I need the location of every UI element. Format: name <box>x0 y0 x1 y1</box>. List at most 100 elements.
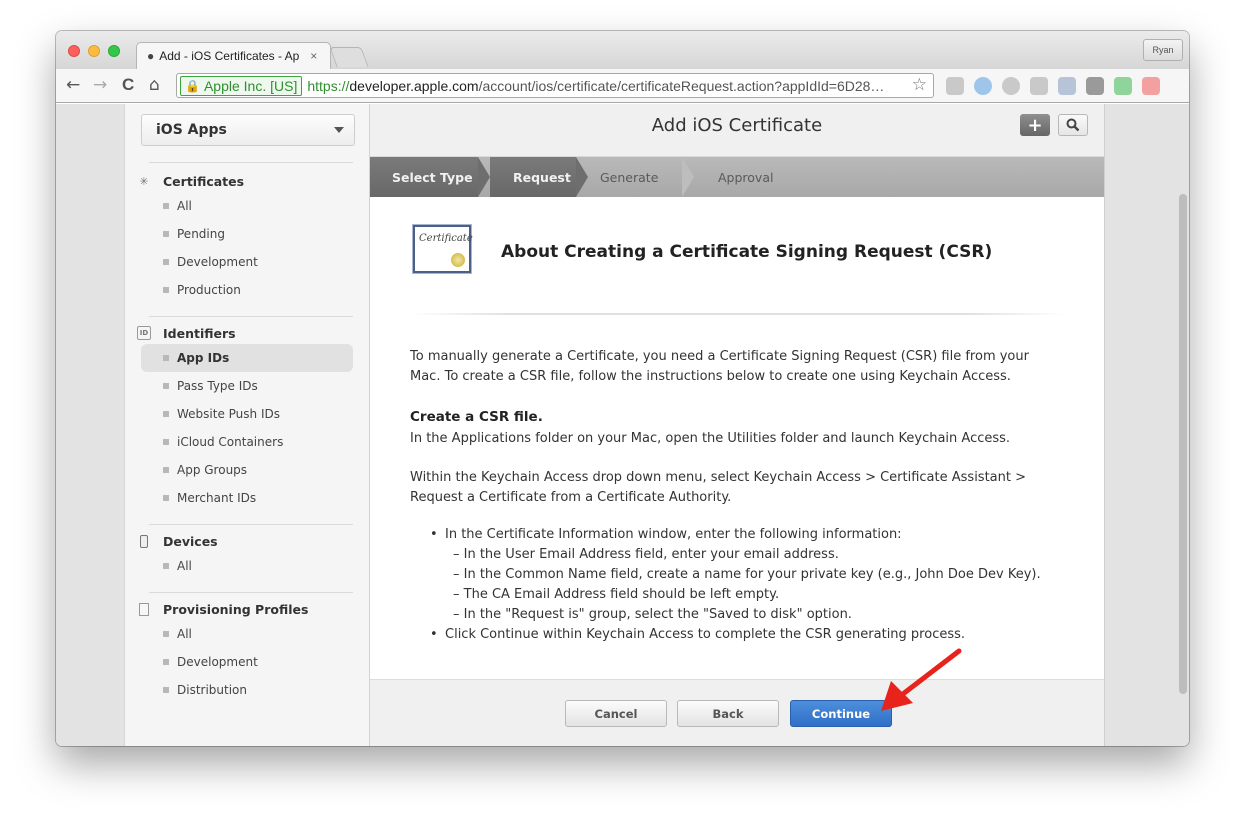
zoom-window-button[interactable] <box>108 45 120 57</box>
sidebar-item-devices-all[interactable]: All <box>137 552 353 580</box>
sidebar-item-app-ids[interactable]: App IDs <box>141 344 353 372</box>
list-item: • Click Continue within Keychain Access t… <box>430 625 1041 645</box>
add-button[interactable]: + <box>1020 114 1050 136</box>
tab-close-icon[interactable]: × <box>310 49 317 63</box>
extension-icon[interactable] <box>1030 77 1048 95</box>
lock-icon: 🔒 <box>185 78 200 93</box>
ev-label: Apple Inc. [US] <box>203 77 298 94</box>
wizard-steps: Select Type Request Generate Approval <box>370 157 1104 197</box>
ev-certificate-badge[interactable]: 🔒 Apple Inc. [US] <box>180 75 303 96</box>
bullet-square <box>163 687 169 693</box>
section-title: Devices <box>163 533 218 549</box>
sidebar-item-app-groups[interactable]: App Groups <box>137 456 353 484</box>
list-item-text: Click Continue within Keychain Access to… <box>445 627 966 642</box>
bullet-square <box>163 383 169 389</box>
search-icon <box>1066 118 1080 132</box>
bullet-square <box>163 355 169 361</box>
bullet: • <box>430 627 438 642</box>
search-button[interactable] <box>1058 114 1088 136</box>
sidebar-item-label: Website Push IDs <box>177 407 280 421</box>
sidebar-item-certificates-production[interactable]: Production <box>137 276 353 304</box>
extension-icon[interactable] <box>1058 77 1076 95</box>
apple-logo-icon: ● <box>147 49 155 63</box>
extension-icons <box>946 77 1160 95</box>
identifiers-section: ID Identifiers App IDs Pass Type IDs Web… <box>137 322 353 512</box>
bullet-square <box>163 259 169 265</box>
reload-icon[interactable]: C <box>122 75 134 95</box>
certificate-icon: Certificate <box>413 225 473 273</box>
step-label: Request <box>513 169 571 185</box>
sidebar-item-website-push-ids[interactable]: Website Push IDs <box>137 400 353 428</box>
sidebar-item-label: Pending <box>177 227 225 241</box>
extension-icon[interactable] <box>1142 77 1160 95</box>
page-scrollbar[interactable] <box>1179 194 1187 694</box>
step-label: Select Type <box>392 169 473 185</box>
address-bar[interactable]: 🔒 Apple Inc. [US] https://developer.appl… <box>176 73 934 98</box>
sub-list-item: – In the "Request is" group, select the … <box>453 607 852 622</box>
sidebar-item-certificates-development[interactable]: Development <box>137 248 353 276</box>
divider <box>410 313 1065 315</box>
extension-icon[interactable] <box>974 77 992 95</box>
sidebar-item-certificates-pending[interactable]: Pending <box>137 220 353 248</box>
page-title: Add iOS Certificate <box>651 115 823 136</box>
sidebar-item-label: Production <box>177 283 241 297</box>
close-window-button[interactable] <box>68 45 80 57</box>
profile-button[interactable]: Ryan <box>1143 39 1183 61</box>
sidebar: iOS Apps ✳ Certificates All Pending Deve… <box>124 104 370 746</box>
sidebar-item-icloud-containers[interactable]: iCloud Containers <box>137 428 353 456</box>
intro-line: Mac. To create a CSR file, follow the in… <box>410 369 1011 384</box>
new-tab-button[interactable] <box>329 47 369 67</box>
chevron-down-icon <box>334 127 344 133</box>
menu-paragraph: Within the Keychain Access drop down men… <box>410 468 1026 508</box>
section-heading: ✳ Certificates <box>137 170 353 192</box>
bullet-square <box>163 287 169 293</box>
main-header: Add iOS Certificate + <box>370 104 1104 157</box>
extension-icon[interactable] <box>1114 77 1132 95</box>
create-csr-heading: Create a CSR file. <box>410 409 543 425</box>
section-title: Identifiers <box>163 325 236 341</box>
extension-icon[interactable] <box>1086 77 1104 95</box>
sidebar-item-label: Distribution <box>177 683 248 697</box>
menu-line: Within the Keychain Access drop down men… <box>410 470 1027 485</box>
phone-device-icon <box>137 534 151 548</box>
extension-icon[interactable] <box>946 77 964 95</box>
url-text[interactable]: https://developer.apple.com/account/ios/… <box>307 78 917 94</box>
sidebar-item-profiles-distribution[interactable]: Distribution <box>137 676 353 704</box>
url-host: developer.apple.com <box>349 77 479 94</box>
home-icon[interactable]: ⌂ <box>149 75 160 95</box>
back-arrow-icon[interactable]: ← <box>66 75 80 95</box>
step-chevron <box>682 157 694 197</box>
extension-icon[interactable] <box>1002 77 1020 95</box>
divider <box>149 162 353 163</box>
step-generate: Generate <box>586 157 686 197</box>
menu-line: Request a Certificate from a Certificate… <box>410 490 732 505</box>
intro-paragraph: To manually generate a Certificate, you … <box>410 347 1029 387</box>
section-heading: ID Identifiers <box>137 322 353 344</box>
certificate-icon-text: Certificate <box>419 233 473 244</box>
step-select-type: Select Type <box>370 157 478 197</box>
platform-dropdown[interactable]: iOS Apps <box>141 114 355 146</box>
bullet-square <box>163 411 169 417</box>
minimize-window-button[interactable] <box>88 45 100 57</box>
step-label: Generate <box>600 169 659 185</box>
sidebar-item-label: Pass Type IDs <box>177 379 258 393</box>
divider <box>149 592 353 593</box>
sidebar-item-profiles-development[interactable]: Development <box>137 648 353 676</box>
sidebar-item-profiles-all[interactable]: All <box>137 620 353 648</box>
browser-tab[interactable]: ● Add - iOS Certificates - Ap × <box>136 42 331 69</box>
step-approval: Approval <box>700 157 810 197</box>
sidebar-item-certificates-all[interactable]: All <box>137 192 353 220</box>
sidebar-item-label: All <box>177 199 192 213</box>
sidebar-item-merchant-ids[interactable]: Merchant IDs <box>137 484 353 512</box>
cancel-button[interactable]: Cancel <box>565 700 667 727</box>
bullet-square <box>163 631 169 637</box>
forward-arrow-icon[interactable]: → <box>93 75 107 95</box>
sidebar-item-label: App Groups <box>177 463 248 477</box>
create-csr-text: In the Applications folder on your Mac, … <box>410 431 1011 446</box>
sidebar-item-pass-type-ids[interactable]: Pass Type IDs <box>137 372 353 400</box>
form-footer: Cancel Back Continue <box>370 679 1104 746</box>
bullet-square <box>163 467 169 473</box>
back-button[interactable]: Back <box>677 700 779 727</box>
bookmark-star-icon[interactable]: ☆ <box>912 75 927 95</box>
provisioning-profiles-section: Provisioning Profiles All Development Di… <box>137 598 353 704</box>
